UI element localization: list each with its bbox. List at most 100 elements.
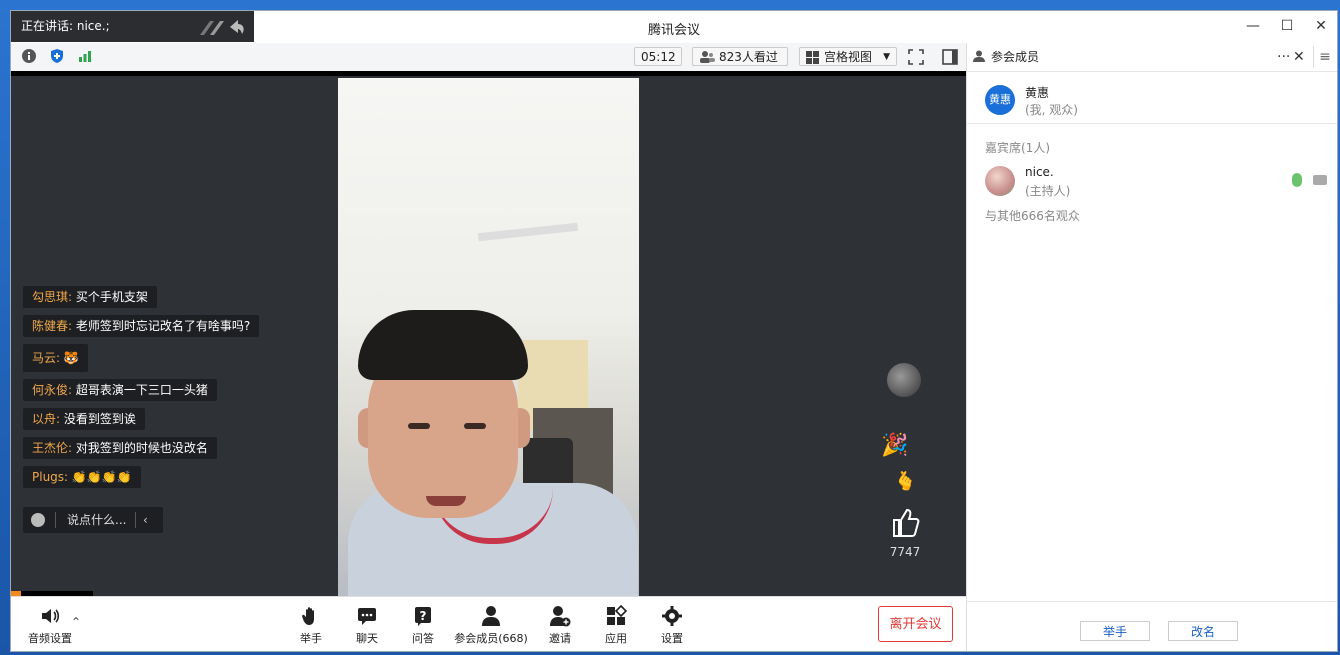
- chat-message: 王杰伦: 对我签到的时候也没改名: [23, 437, 217, 459]
- chat-text: 🐯: [63, 351, 79, 365]
- chat-bubble-icon: [358, 608, 376, 625]
- like-count: 7747: [889, 545, 921, 559]
- participant-name: 黄惠: [1025, 86, 1050, 100]
- person-icon: [482, 606, 500, 626]
- signal-strength-icon[interactable]: [77, 48, 93, 64]
- chat-message: 何永俊: 超哥表演一下三口一头猪: [23, 379, 217, 401]
- chat-message: 陈健春: 老师签到时忘记改名了有啥事吗?: [23, 315, 260, 337]
- invite-button[interactable]: 邀请: [545, 605, 575, 646]
- chat-user: Plugs:: [32, 470, 69, 484]
- participant-role: (我, 观众): [1025, 103, 1078, 117]
- speaking-label: 正在讲话: nice.;: [21, 19, 110, 33]
- chat-text: 👏👏👏👏: [71, 470, 132, 484]
- chat-button[interactable]: 聊天: [352, 605, 382, 646]
- side-panel-toggle-icon[interactable]: [942, 49, 958, 65]
- close-button[interactable]: ✕: [1313, 17, 1329, 35]
- view-mode-dropdown[interactable]: 宫格视图 ▼: [799, 47, 897, 66]
- invite-label: 邀请: [549, 632, 571, 645]
- minimize-button[interactable]: —: [1245, 17, 1261, 35]
- avatar: 黄惠: [985, 85, 1015, 115]
- chat-label: 聊天: [356, 632, 378, 645]
- person-icon: [973, 50, 985, 62]
- meeting-timer: 05:12: [634, 47, 682, 66]
- apps-button[interactable]: 应用: [601, 605, 631, 646]
- chat-message: 马云: 🐯: [23, 344, 88, 372]
- chat-text: 没看到签到诶: [63, 412, 136, 426]
- chevron-up-icon[interactable]: ⌃: [71, 615, 81, 629]
- raise-hand-button[interactable]: 举手: [296, 605, 326, 646]
- speaker-eye: [464, 423, 486, 429]
- chat-text: 买个手机支架: [75, 290, 148, 304]
- menu-icon[interactable]: ≡: [1313, 46, 1336, 68]
- viewer-avatar[interactable]: [887, 363, 921, 397]
- raise-hand-button[interactable]: 举手: [1080, 621, 1150, 641]
- leave-meeting-button[interactable]: 离开会议: [878, 606, 953, 642]
- panel-header: 参会成员 ··· ✕ ≡: [967, 43, 1337, 72]
- raise-hand-label: 举手: [300, 632, 322, 645]
- fullscreen-icon[interactable]: [908, 49, 924, 65]
- microphone-icon: [1292, 173, 1302, 187]
- add-person-icon: [550, 606, 571, 627]
- chat-input[interactable]: 说点什么... ‹: [23, 507, 163, 533]
- chat-text: 老师签到时忘记改名了有啥事吗?: [75, 319, 251, 333]
- svg-text:?: ?: [420, 609, 427, 623]
- participant-role: (主持人): [1025, 184, 1071, 198]
- chat-message: 以舟: 没看到签到诶: [23, 408, 145, 430]
- chat-message: 勾思琪: 买个手机支架: [23, 286, 157, 308]
- divider: [55, 512, 56, 528]
- chat-text: 对我签到的时候也没改名: [75, 441, 208, 455]
- speaker-hair: [358, 310, 528, 380]
- speaker-mouth: [426, 496, 466, 506]
- maximize-button[interactable]: ☐: [1279, 17, 1295, 35]
- chat-user: 勾思琪:: [32, 290, 73, 304]
- participants-label: 参会成员(668): [454, 632, 528, 645]
- emoji-icon[interactable]: [31, 513, 45, 527]
- settings-button[interactable]: 设置: [657, 605, 687, 646]
- apps-label: 应用: [605, 632, 627, 645]
- gear-icon: [662, 606, 682, 626]
- qa-label: 问答: [412, 632, 434, 645]
- viewer-count-label: 823人看过: [719, 50, 778, 64]
- chat-text: 超哥表演一下三口一头猪: [75, 383, 208, 397]
- video-top-strip: [11, 71, 966, 76]
- video-stage: 勾思琪: 买个手机支架 陈健春: 老师签到时忘记改名了有啥事吗? 马云: 🐯 何…: [11, 71, 966, 597]
- chat-user: 以舟:: [32, 412, 61, 426]
- speaker-icon: [42, 609, 60, 623]
- view-mode-label: 宫格视图: [824, 50, 873, 64]
- chevron-down-icon: ▼: [883, 52, 890, 62]
- speaking-wave-icon: [200, 20, 244, 35]
- meeting-info-bar: 05:12 823人看过 宫格视图 ▼: [11, 43, 966, 72]
- settings-label: 设置: [661, 632, 683, 645]
- avatar: [985, 166, 1015, 196]
- chat-message: Plugs: 👏👏👏👏: [23, 466, 141, 488]
- participants-panel: 参会成员 ··· ✕ ≡ 黄惠 黄惠 (我, 观众) 嘉宾席(1人) nice.…: [966, 43, 1337, 651]
- participants-button[interactable]: 参会成员(668): [453, 605, 529, 646]
- close-panel-icon[interactable]: ✕: [1293, 43, 1305, 71]
- people-icon: [700, 51, 715, 63]
- self-participant-row[interactable]: 黄惠 黄惠 (我, 观众): [967, 71, 1337, 124]
- window-controls: — ☐ ✕: [1245, 17, 1329, 35]
- info-icon[interactable]: [21, 48, 37, 64]
- speaker-video-feed[interactable]: [338, 78, 639, 596]
- grid-view-icon: [806, 51, 819, 64]
- security-shield-icon[interactable]: [49, 48, 65, 64]
- chat-user: 王杰伦:: [32, 441, 73, 455]
- chevron-left-icon[interactable]: ‹: [143, 507, 148, 533]
- more-options-icon[interactable]: ···: [1277, 43, 1290, 71]
- speaking-banner: 正在讲话: nice.;: [11, 11, 254, 42]
- hand-icon: [302, 607, 314, 625]
- ceiling-light: [477, 222, 579, 242]
- chat-input-placeholder: 说点什么...: [67, 513, 127, 527]
- qa-button[interactable]: ? 问答: [408, 605, 438, 646]
- viewer-count[interactable]: 823人看过: [692, 47, 788, 66]
- chat-user: 陈健春:: [32, 319, 73, 333]
- meeting-window: 腾讯会议 — ☐ ✕ 正在讲话: nice.; 05:12 823人看过 宫格视…: [10, 10, 1338, 652]
- host-participant-row[interactable]: nice. (主持人): [967, 159, 1337, 203]
- thumbs-up-icon[interactable]: [888, 506, 922, 540]
- rename-button[interactable]: 改名: [1168, 621, 1238, 641]
- finger-heart-icon: 🫰: [894, 471, 917, 492]
- question-icon: ?: [415, 607, 431, 626]
- panel-title: 参会成员: [991, 50, 1040, 64]
- audio-settings-label: 音频设置: [28, 632, 72, 645]
- control-bar: 音频设置 ⌃ 举手 聊天 ? 问答 参会成员(668) 邀请 应用 设置 离开会…: [11, 596, 966, 651]
